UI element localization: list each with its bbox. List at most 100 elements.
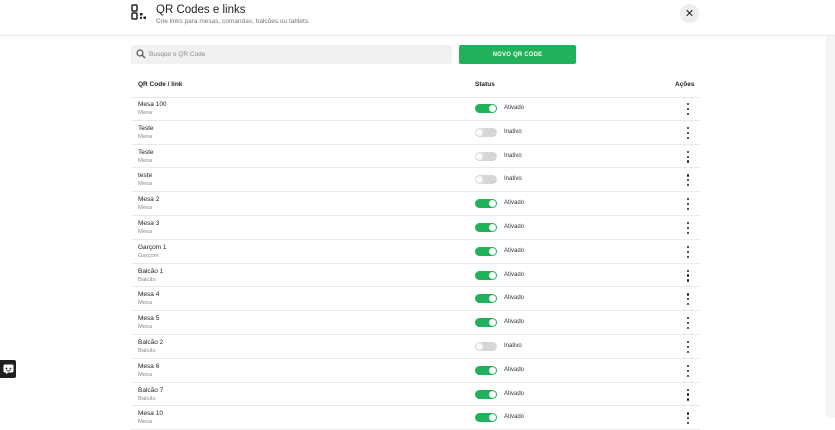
status-toggle[interactable] bbox=[475, 294, 497, 304]
more-options-icon[interactable] bbox=[684, 317, 692, 330]
toggle-knob bbox=[489, 105, 496, 112]
qr-code-name: Teste bbox=[138, 124, 154, 132]
qr-code-type: Balcão bbox=[138, 395, 156, 402]
table-row[interactable]: teste Mesa Inativo bbox=[131, 168, 700, 193]
more-options-icon[interactable] bbox=[684, 198, 692, 211]
more-options-icon[interactable] bbox=[684, 340, 692, 353]
status-label: Ativado bbox=[504, 414, 525, 421]
qr-code-name: Mesa 3 bbox=[138, 219, 160, 227]
search-input[interactable] bbox=[149, 45, 449, 64]
qr-code-name: teste bbox=[138, 172, 153, 180]
status-toggle[interactable] bbox=[475, 341, 497, 351]
table-row[interactable]: Mesa 3 Mesa Ativado bbox=[131, 216, 700, 240]
status-label: Inativo bbox=[504, 128, 522, 135]
status-toggle[interactable] bbox=[475, 151, 497, 161]
chat-widget-button[interactable] bbox=[0, 360, 16, 378]
table-row[interactable]: Mesa 6 Mesa Ativado bbox=[131, 359, 700, 383]
status-label: Inativo bbox=[504, 176, 522, 183]
more-options-icon[interactable] bbox=[684, 174, 692, 187]
table-row[interactable]: Mesa 10 Mesa Ativado bbox=[131, 406, 700, 430]
qr-code-type: Mesa bbox=[138, 133, 153, 140]
status-label: Inativo bbox=[504, 342, 522, 349]
more-options-icon[interactable] bbox=[684, 412, 692, 425]
qr-code-type: Mesa bbox=[138, 300, 153, 307]
status-label: Ativado bbox=[504, 366, 525, 373]
qr-code-table: Mesa 100 Mesa Ativado Teste Mesa Inativo Teste… bbox=[131, 97, 700, 430]
table-row[interactable]: Mesa 100 Mesa Ativado bbox=[131, 97, 700, 121]
table-row[interactable]: Balcão 1 Balcão Ativado bbox=[131, 264, 700, 288]
status-label: Ativado bbox=[504, 390, 525, 397]
table-row[interactable]: Garçom 1 Garçom Ativado bbox=[131, 240, 700, 264]
more-options-icon[interactable] bbox=[684, 221, 692, 234]
status-toggle[interactable] bbox=[475, 127, 497, 137]
status-toggle[interactable] bbox=[475, 389, 497, 399]
qr-code-name: Garçom 1 bbox=[138, 243, 167, 251]
status-toggle[interactable] bbox=[475, 104, 497, 113]
qr-code-type: Balcão bbox=[138, 276, 156, 283]
qr-code-type: Mesa bbox=[138, 228, 153, 235]
table-row[interactable]: Teste Mesa Inativo bbox=[131, 145, 700, 169]
status-toggle[interactable] bbox=[475, 246, 497, 256]
toggle-knob bbox=[489, 200, 496, 208]
more-options-icon[interactable] bbox=[684, 126, 692, 139]
qr-code-name: Mesa 5 bbox=[138, 315, 160, 323]
toggle-knob bbox=[489, 247, 496, 255]
more-options-icon[interactable] bbox=[684, 293, 692, 306]
more-options-icon[interactable] bbox=[684, 103, 692, 115]
qr-code-name: Mesa 4 bbox=[138, 291, 160, 299]
page-header: QR Codes e links Crie links para mesas, … bbox=[0, 0, 835, 36]
more-options-icon[interactable] bbox=[684, 364, 692, 377]
qr-code-name: Mesa 2 bbox=[138, 196, 160, 204]
table-row[interactable]: Mesa 4 Mesa Ativado bbox=[131, 287, 700, 312]
qr-code-name: Balcão 2 bbox=[138, 338, 164, 346]
close-icon: ✕ bbox=[684, 8, 695, 20]
close-button[interactable]: ✕ bbox=[680, 4, 699, 23]
more-options-icon[interactable] bbox=[684, 245, 692, 258]
search-box bbox=[131, 45, 452, 64]
toggle-knob bbox=[489, 319, 496, 327]
qr-code-type: Mesa bbox=[138, 324, 153, 331]
status-toggle[interactable] bbox=[475, 365, 497, 375]
toggle-knob bbox=[489, 366, 496, 374]
toggle-knob bbox=[489, 390, 496, 398]
qr-code-name: Mesa 6 bbox=[138, 362, 160, 370]
status-toggle[interactable] bbox=[475, 318, 497, 328]
table-row[interactable]: Mesa 5 Mesa Ativado bbox=[131, 311, 700, 335]
more-options-icon[interactable] bbox=[684, 269, 692, 282]
qr-code-name: Mesa 100 bbox=[138, 101, 167, 108]
toggle-knob bbox=[489, 295, 496, 303]
qr-code-name: Mesa 10 bbox=[138, 410, 163, 418]
new-qr-code-button[interactable]: NOVO QR CODE bbox=[459, 45, 576, 64]
table-row[interactable]: Teste Mesa Inativo bbox=[131, 121, 700, 145]
page-scrollbar[interactable] bbox=[826, 36, 835, 418]
qr-code-name: Teste bbox=[138, 148, 154, 156]
qr-code-name: Balcão 1 bbox=[138, 267, 164, 275]
qr-code-icon bbox=[131, 4, 146, 20]
status-toggle[interactable] bbox=[475, 175, 497, 185]
status-label: Ativado bbox=[504, 105, 525, 111]
status-label: Ativado bbox=[504, 295, 525, 302]
table-row[interactable]: Balcão 2 Balcão Inativo bbox=[131, 335, 700, 359]
qr-code-type: Mesa bbox=[138, 181, 153, 188]
column-header-actions: Ações bbox=[675, 81, 695, 88]
toggle-knob bbox=[476, 176, 483, 184]
status-label: Ativado bbox=[504, 271, 525, 278]
toggle-knob bbox=[476, 152, 483, 160]
more-options-icon[interactable] bbox=[684, 388, 692, 401]
status-toggle[interactable] bbox=[475, 222, 497, 232]
qr-code-type: Mesa bbox=[138, 419, 153, 426]
toggle-knob bbox=[476, 128, 483, 136]
qr-code-type: Garçom bbox=[138, 252, 159, 259]
table-row[interactable]: Balcão 7 Balcão Ativado bbox=[131, 383, 700, 407]
status-toggle[interactable] bbox=[475, 270, 497, 280]
more-options-icon[interactable] bbox=[684, 150, 692, 163]
column-header-status: Status bbox=[475, 81, 495, 88]
toggle-knob bbox=[489, 223, 496, 231]
status-toggle[interactable] bbox=[475, 199, 497, 209]
qr-code-name: Balcão 7 bbox=[138, 386, 164, 394]
qr-code-type: Mesa bbox=[138, 110, 153, 116]
table-row[interactable]: Mesa 2 Mesa Ativado bbox=[131, 192, 700, 216]
column-header-name: QR Code / link bbox=[138, 81, 183, 88]
page-title: QR Codes e links bbox=[156, 4, 246, 16]
toggle-knob bbox=[489, 271, 496, 279]
